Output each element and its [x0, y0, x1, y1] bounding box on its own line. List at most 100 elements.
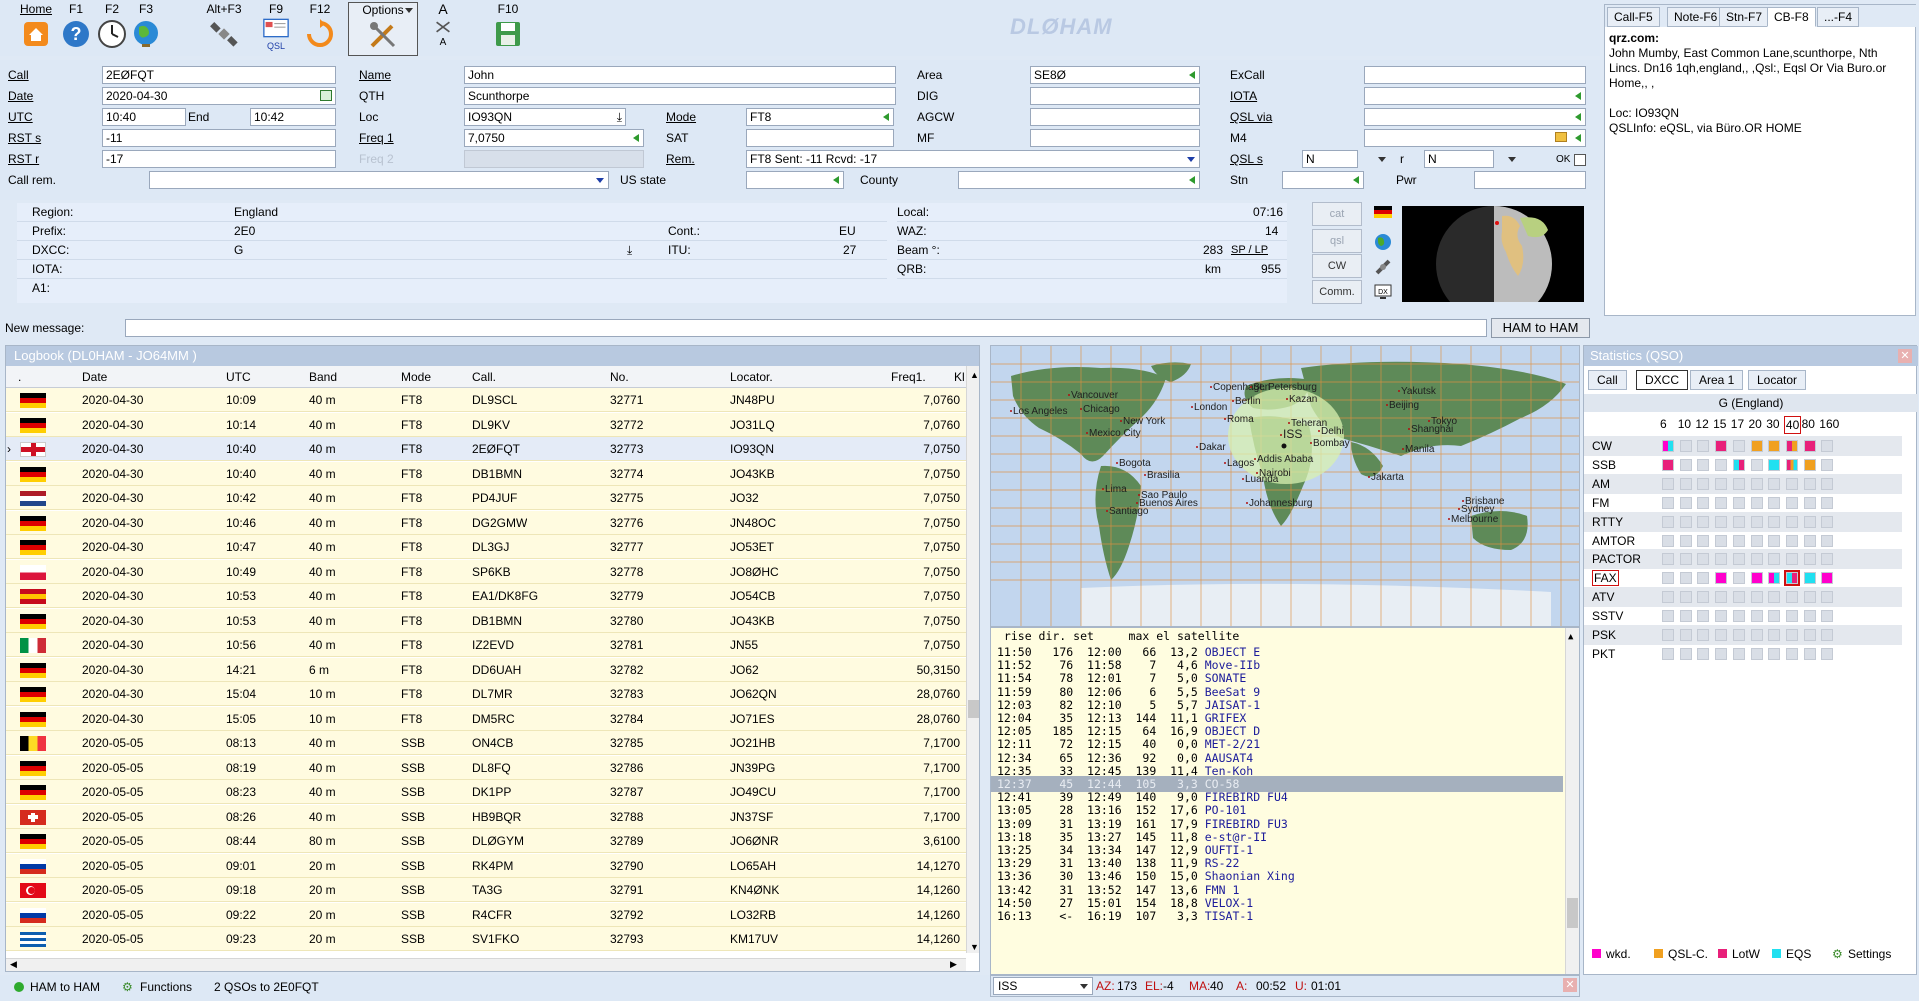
- tab-more[interactable]: ...-F4: [1817, 7, 1860, 27]
- table-row[interactable]: 2020-05-05 09:18 20 m SSB TA3G 32791 KN4ØNK 14,…: [6, 878, 966, 902]
- call-field[interactable]: 2EØFQT: [102, 66, 336, 84]
- cat-button[interactable]: cat: [1312, 202, 1362, 226]
- col-call-header[interactable]: Call.: [472, 366, 496, 388]
- stats-cell[interactable]: [1732, 477, 1745, 490]
- refresh-button[interactable]: F12: [292, 2, 348, 56]
- sat-list-scrollbar[interactable]: ▲: [1565, 628, 1579, 974]
- dxcc-download-icon[interactable]: ⤓: [627, 241, 632, 260]
- col-flag-header[interactable]: .: [18, 366, 21, 388]
- options-button[interactable]: Options: [348, 2, 418, 56]
- col-no-header[interactable]: No.: [610, 366, 629, 388]
- stats-cell[interactable]: [1662, 647, 1674, 660]
- stats-cell[interactable]: [1821, 440, 1834, 452]
- sat-row[interactable]: 16:13 <- 16:19 107 3,3 TISAT-1: [991, 908, 1563, 924]
- stats-cell[interactable]: [1803, 591, 1816, 604]
- stats-cell[interactable]: [1750, 440, 1763, 452]
- close-stats-icon[interactable]: ✕: [1898, 349, 1912, 363]
- utc-field[interactable]: 10:40: [102, 108, 186, 126]
- stats-cell[interactable]: [1785, 477, 1798, 490]
- stats-cell[interactable]: [1803, 553, 1816, 566]
- stats-cell[interactable]: [1750, 629, 1763, 641]
- stats-cell[interactable]: [1679, 458, 1692, 471]
- stn-select-icon[interactable]: [1353, 176, 1359, 184]
- col-band-header[interactable]: Band: [309, 366, 337, 388]
- stats-cell[interactable]: [1715, 440, 1728, 452]
- stats-cell[interactable]: [1750, 477, 1763, 490]
- sp-lp-toggle[interactable]: SP / LP: [1231, 241, 1268, 260]
- stats-cell[interactable]: [1732, 496, 1745, 509]
- stats-tab-call[interactable]: Call: [1588, 370, 1627, 390]
- stats-cell[interactable]: [1768, 515, 1781, 528]
- ok-checkbox[interactable]: [1574, 154, 1586, 166]
- table-row[interactable]: 2020-05-05 08:19 40 m SSB DL8FQ 32786 JN39PG 7,…: [6, 755, 966, 780]
- table-row[interactable]: 2020-04-30 10:47 40 m FT8 DL3GJ 32777 JO53ET 7,…: [6, 535, 966, 559]
- stats-cell[interactable]: [1768, 647, 1781, 660]
- stats-cell[interactable]: [1768, 591, 1781, 604]
- world-map-panel[interactable]: Vancouver Los Angeles Chicago New York Mexic…: [990, 345, 1580, 627]
- name-field[interactable]: John: [464, 66, 896, 84]
- stats-cell[interactable]: [1662, 515, 1674, 528]
- sat-scroll-up-icon[interactable]: ▲: [1568, 632, 1573, 642]
- stats-cell[interactable]: [1662, 553, 1674, 566]
- freq1-field[interactable]: 7,0750: [464, 129, 644, 147]
- stats-cell[interactable]: [1803, 534, 1816, 547]
- satellite-button[interactable]: Alt+F3: [196, 2, 252, 56]
- save-button[interactable]: F10: [480, 2, 536, 56]
- stats-cell[interactable]: [1697, 477, 1710, 490]
- stats-cell[interactable]: [1768, 534, 1781, 547]
- stats-cell[interactable]: [1732, 572, 1745, 585]
- stats-cell[interactable]: [1783, 570, 1800, 587]
- stats-cell[interactable]: [1732, 553, 1745, 566]
- comm-button[interactable]: Comm.: [1312, 280, 1362, 304]
- satellite-select[interactable]: ISS: [993, 977, 1093, 995]
- stats-cell[interactable]: [1821, 496, 1834, 509]
- stats-cell[interactable]: [1768, 572, 1781, 585]
- stats-settings-link[interactable]: Settings: [1848, 944, 1891, 964]
- stats-cell[interactable]: [1679, 440, 1692, 452]
- stats-cell[interactable]: [1768, 496, 1781, 509]
- iota-select-icon[interactable]: [1575, 92, 1581, 100]
- stats-cell[interactable]: [1697, 647, 1710, 660]
- earth-icon[interactable]: [1374, 233, 1392, 251]
- stats-cell[interactable]: [1732, 647, 1745, 660]
- table-row[interactable]: 2020-05-05 09:22 20 m SSB R4CFR 32792 LO32RB 14…: [6, 902, 966, 927]
- stats-cell[interactable]: [1750, 496, 1763, 509]
- stats-cell[interactable]: [1697, 591, 1710, 604]
- qsl-via-select-icon[interactable]: [1575, 113, 1581, 121]
- us-state-field[interactable]: [746, 171, 844, 189]
- pwr-field[interactable]: [1474, 171, 1586, 189]
- tab-stn[interactable]: Stn-F7: [1719, 7, 1770, 27]
- scroll-left-icon[interactable]: ◀: [10, 959, 17, 970]
- tab-note[interactable]: Note-F6: [1667, 7, 1725, 27]
- table-row[interactable]: 2020-04-30 15:04 10 m FT8 DL7MR 32783 JO62QN 28…: [6, 682, 966, 706]
- table-row[interactable]: 2020-04-30 10:53 40 m FT8 DB1BMN 32780 JO43KB 7…: [6, 608, 966, 633]
- stats-cell[interactable]: [1715, 553, 1728, 566]
- stats-cell[interactable]: [1803, 515, 1816, 528]
- calendar-icon[interactable]: [320, 90, 332, 101]
- stats-cell[interactable]: [1821, 591, 1834, 604]
- stats-cell[interactable]: [1821, 458, 1834, 471]
- stats-cell[interactable]: [1768, 477, 1781, 490]
- agcw-field[interactable]: [1030, 108, 1200, 126]
- stats-cell[interactable]: [1679, 534, 1692, 547]
- table-row[interactable]: › 2020-04-30 10:40 40 m FT8 2EØFQT 32773 IO93QN…: [6, 437, 966, 461]
- stats-cell[interactable]: [1768, 629, 1781, 641]
- area-field[interactable]: SE8Ø: [1030, 66, 1200, 84]
- stats-cell[interactable]: [1715, 629, 1728, 641]
- remark-dropdown-icon[interactable]: [1187, 157, 1195, 162]
- stats-cell[interactable]: [1697, 496, 1710, 509]
- table-row[interactable]: 2020-04-30 10:46 40 m FT8 DG2GMW 32776 JN48OC 7…: [6, 510, 966, 535]
- stats-cell[interactable]: [1662, 440, 1674, 452]
- stats-cell[interactable]: [1803, 647, 1816, 660]
- table-row[interactable]: 2020-04-30 10:09 40 m FT8 DL9SCL 32771 JN48PU 7…: [6, 388, 966, 412]
- qth-field[interactable]: Scunthorpe: [464, 87, 896, 105]
- stats-cell[interactable]: [1750, 572, 1763, 585]
- ham-to-ham-button[interactable]: HAM to HAM: [1491, 318, 1590, 338]
- stats-cell[interactable]: [1821, 572, 1834, 585]
- col-date-header[interactable]: Date: [82, 366, 107, 388]
- stats-cell[interactable]: [1785, 496, 1798, 509]
- call-remark-field[interactable]: [149, 171, 609, 189]
- font-size-button[interactable]: A A: [416, 2, 470, 56]
- functions-menu[interactable]: Functions: [140, 975, 192, 999]
- stats-cell[interactable]: [1662, 496, 1674, 509]
